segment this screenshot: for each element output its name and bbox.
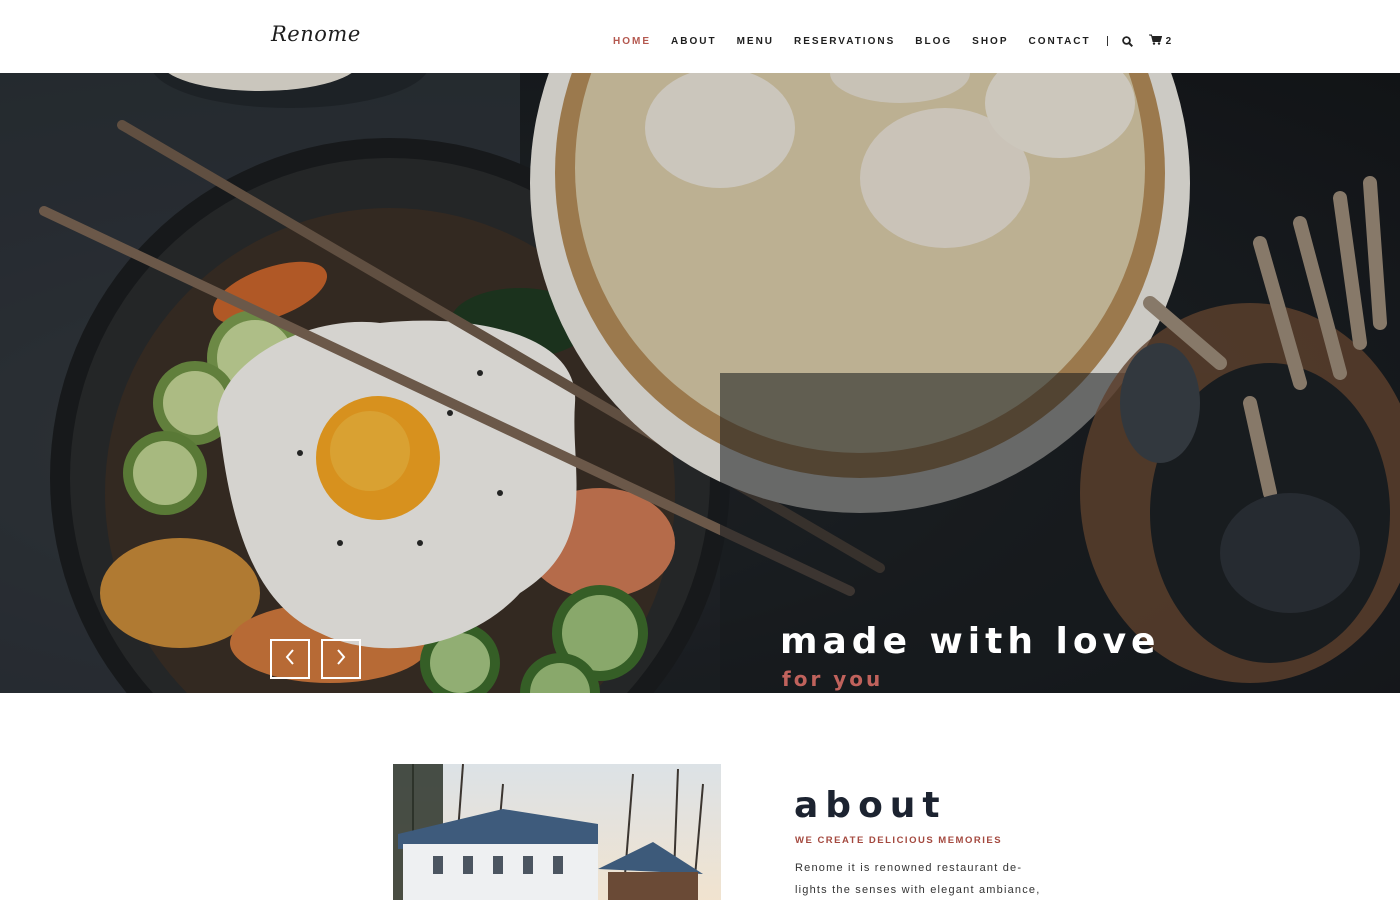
- cart-button[interactable]: 2: [1148, 32, 1172, 50]
- about-tagline: WE CREATE DELICIOUS MEMORIES: [795, 835, 1003, 846]
- logo[interactable]: Renome: [271, 22, 361, 46]
- nav-divider: [1106, 36, 1108, 46]
- chevron-left-icon: [285, 648, 295, 670]
- hero-background-image: [0, 73, 1400, 693]
- about-heading: about: [794, 785, 947, 826]
- slider-next-button[interactable]: [321, 639, 361, 679]
- cart-count-badge: 2: [1165, 35, 1172, 47]
- nav-item-contact[interactable]: CONTACT: [1029, 36, 1091, 47]
- hero-slider: made with love for you: [0, 73, 1400, 693]
- hero-title: made with love: [780, 621, 1161, 662]
- about-text-line-1: Renome it is renowned restaurant de-: [795, 862, 1023, 874]
- nav-item-home[interactable]: HOME: [613, 36, 651, 47]
- about-image: [393, 764, 721, 900]
- search-icon[interactable]: [1121, 35, 1133, 47]
- about-text-line-2: lights the senses with elegant ambiance,: [795, 884, 1041, 896]
- nav-item-shop[interactable]: SHOP: [972, 36, 1008, 47]
- nav-item-about[interactable]: ABOUT: [671, 36, 717, 47]
- nav-item-menu[interactable]: MENU: [737, 36, 774, 47]
- main-nav: HOME ABOUT MENU RESERVATIONS BLOG SHOP C…: [613, 32, 1171, 50]
- cart-icon: [1148, 32, 1162, 50]
- nav-item-blog[interactable]: BLOG: [915, 36, 952, 47]
- nav-item-reservations[interactable]: RESERVATIONS: [794, 36, 895, 47]
- hero-subtitle: for you: [782, 667, 884, 691]
- site-header: Renome HOME ABOUT MENU RESERVATIONS BLOG…: [0, 0, 1400, 73]
- chevron-right-icon: [336, 648, 346, 670]
- slider-prev-button[interactable]: [270, 639, 310, 679]
